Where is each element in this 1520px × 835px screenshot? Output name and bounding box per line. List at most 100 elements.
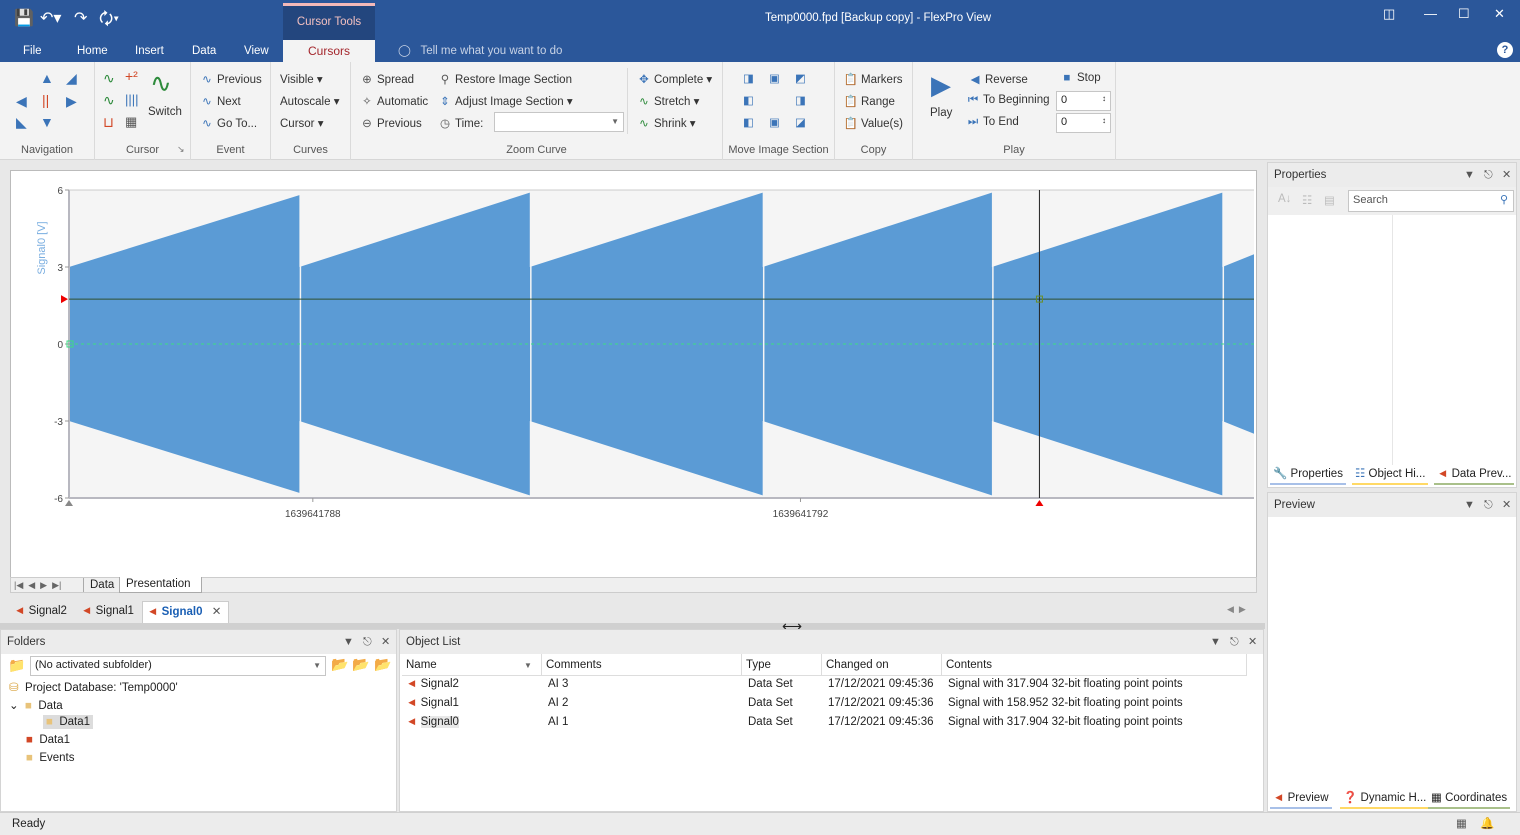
horizontal-cursor-handle[interactable] [61,295,68,304]
dropdown-icon[interactable]: ▼ [1210,630,1221,654]
tree-item-project-database[interactable]: ⛁ Project Database: 'Temp0000' [9,680,178,694]
move-right-icon[interactable]: ◨ [795,93,806,107]
switch-button[interactable]: Switch [148,106,182,118]
table-row[interactable]: ◄ Signal2 AI 3 Data Set 17/12/2021 09:45:36… [402,676,1247,695]
tab-object-hierarchy[interactable]: ☷ Object Hi... [1352,465,1429,485]
tab-cursors[interactable]: Cursors [283,40,375,62]
tab-file[interactable]: File [23,40,42,62]
close-icon[interactable]: ✕ [381,630,390,654]
cursor-reset-icon[interactable]: ⊔ [103,114,114,131]
column-header-name[interactable]: Name [402,654,542,676]
calculator-icon[interactable]: ▦ [1456,813,1467,835]
folder-forward-icon[interactable]: 📂 [352,656,369,673]
pin-icon[interactable]: ⎋ [363,630,372,654]
visible-dropdown[interactable]: Visible ▾ [280,72,323,86]
tab-dynamic-help[interactable]: ❓ Dynamic H... [1340,789,1430,809]
column-header-contents[interactable]: Contents [942,654,1247,676]
sheet-tab-presentation[interactable]: Presentation [119,577,202,593]
nav-center-icon[interactable]: || [42,92,49,108]
table-row[interactable]: ◄ Signal1 AI 2 Data Set 17/12/2021 09:45:36… [402,695,1247,714]
nav-down-icon[interactable]: ▼ [40,114,54,130]
ribbon-display-icon[interactable]: ◫ [1383,6,1395,22]
tab-preview[interactable]: ◄ Preview [1270,789,1332,809]
filter-icon[interactable]: ▤ [1324,193,1335,207]
save-icon[interactable]: 💾 [14,8,34,28]
column-header-comments[interactable]: Comments [542,654,742,676]
nav-bottom-left-icon[interactable]: ◣ [16,114,27,131]
cursor-table-icon[interactable]: ▦ [125,114,137,130]
minimize-icon[interactable]: — [1424,6,1437,21]
column-header-type[interactable]: Type [742,654,822,676]
move-left-icon[interactable]: ◧ [743,93,754,107]
sheet-tab-data[interactable]: Data [83,578,120,592]
begin-spinner[interactable]: 0 ↕ [1056,91,1111,111]
tab-data[interactable]: Data [192,40,216,62]
cursor-dropdown[interactable]: Cursor ▾ [280,116,323,130]
signal-chart[interactable]: 6 3 0 -3 -6 1639641788 1639641792 Signal0 [V] [11,171,1256,577]
tell-me-search[interactable]: ◯ Tell me what you want to do [398,40,562,62]
folder-up-icon[interactable]: 📁 [8,657,25,674]
sheet-nav-arrows[interactable]: |◀ ◀ ▶ ▶| [14,578,61,592]
nav-up-icon[interactable]: ▲ [40,70,54,86]
chevron-down-icon[interactable]: ⌄ [9,700,19,712]
doc-tab-signal0[interactable]: ◄ Signal0 ✕ [142,601,229,623]
help-icon[interactable]: ? [1497,42,1513,58]
pin-icon[interactable]: ⎋ [1484,163,1493,187]
restore-image-section-button[interactable]: ⚲ Restore Image Section [437,72,572,86]
cursor-cross-icon[interactable]: +² [125,68,138,84]
automatic-button[interactable]: ✧ Automatic [359,94,428,108]
stop-button[interactable]: ■ Stop [1059,72,1101,84]
folder-new-icon[interactable]: 📂 [374,656,391,673]
event-goto-button[interactable]: ∿ Go To... [199,116,257,130]
tree-item-data1-subfolder[interactable]: ■ Data1 [43,715,94,729]
to-beginning-button[interactable]: ⏮ To Beginning [965,94,1050,107]
notification-bell-icon[interactable]: 🔔 [1480,813,1494,835]
play-button[interactable]: Play [930,107,952,119]
play-icon[interactable]: ▶ [931,70,951,101]
tab-data-preview[interactable]: ◄ Data Prev... [1434,465,1515,485]
adjust-image-section-dropdown[interactable]: ⇕ Adjust Image Section ▾ [437,94,572,108]
vertical-cursor-handle[interactable] [1035,500,1044,506]
tab-coordinates[interactable]: ▦ Coordinates [1428,789,1511,809]
complete-dropdown[interactable]: ✥ Complete ▾ [636,72,712,86]
sort-alpha-icon[interactable]: A↓ [1278,193,1291,205]
close-icon[interactable]: ✕ [1502,163,1511,187]
event-next-button[interactable]: ∿ Next [199,94,240,108]
tree-item-data1[interactable]: ■ Data1 [26,734,70,746]
move-up-icon[interactable]: ▣ [769,71,780,85]
nav-right-icon[interactable]: ▶ [66,93,77,110]
nav-top-right-icon[interactable]: ◢ [66,70,77,87]
close-tab-icon[interactable]: ✕ [212,606,222,618]
pin-icon[interactable]: ⎋ [1484,493,1493,517]
close-icon[interactable]: ✕ [1502,493,1511,517]
dropdown-icon[interactable]: ▼ [343,630,354,654]
tab-scroll-arrows[interactable]: ◀ ▶ [1227,604,1246,615]
tab-view[interactable]: View [244,40,269,62]
pin-icon[interactable]: ⎋ [1230,630,1239,654]
end-spinner[interactable]: 0 ↕ [1056,113,1111,133]
subfolder-combobox[interactable]: (No activated subfolder) ▼ [30,656,326,676]
spinner-arrows-icon[interactable]: ↕ [1102,94,1106,103]
close-icon[interactable]: ✕ [1248,630,1257,654]
copy-values-button[interactable]: 📋 Value(s) [843,116,903,130]
table-row[interactable]: ◄ Signal0 AI 1 Data Set 17/12/2021 09:45:36… [402,714,1247,733]
autoscale-dropdown[interactable]: Autoscale ▾ [280,94,339,108]
spinner-arrows-icon[interactable]: ↕ [1102,116,1106,125]
dialog-launcher-icon[interactable]: ↘ [177,144,185,155]
copy-markers-button[interactable]: 📋 Markers [843,72,903,86]
move-down-right-icon[interactable]: ◪ [795,115,806,129]
search-input[interactable]: Search ⚲ [1348,190,1514,212]
event-previous-button[interactable]: ∿ Previous [199,72,262,86]
to-end-button[interactable]: ⏭ To End [965,116,1019,129]
switch-icon[interactable]: ∿ [150,68,172,99]
reverse-button[interactable]: ◀ Reverse [967,72,1028,86]
time-combobox[interactable]: ▼ [494,112,624,132]
dropdown-icon[interactable]: ▼ [1464,163,1475,187]
stretch-dropdown[interactable]: ∿ Stretch ▾ [636,94,699,108]
dropdown-icon[interactable]: ▼ [1464,493,1475,517]
tab-properties[interactable]: 🔧 Properties [1270,465,1346,485]
refresh-document-icon[interactable]: 🗘▾ [99,8,119,35]
categorize-icon[interactable]: ☷ [1302,193,1312,207]
spread-button[interactable]: ⊕ Spread [359,72,414,86]
cursor-two-curves-icon[interactable]: ∿ [103,92,115,109]
